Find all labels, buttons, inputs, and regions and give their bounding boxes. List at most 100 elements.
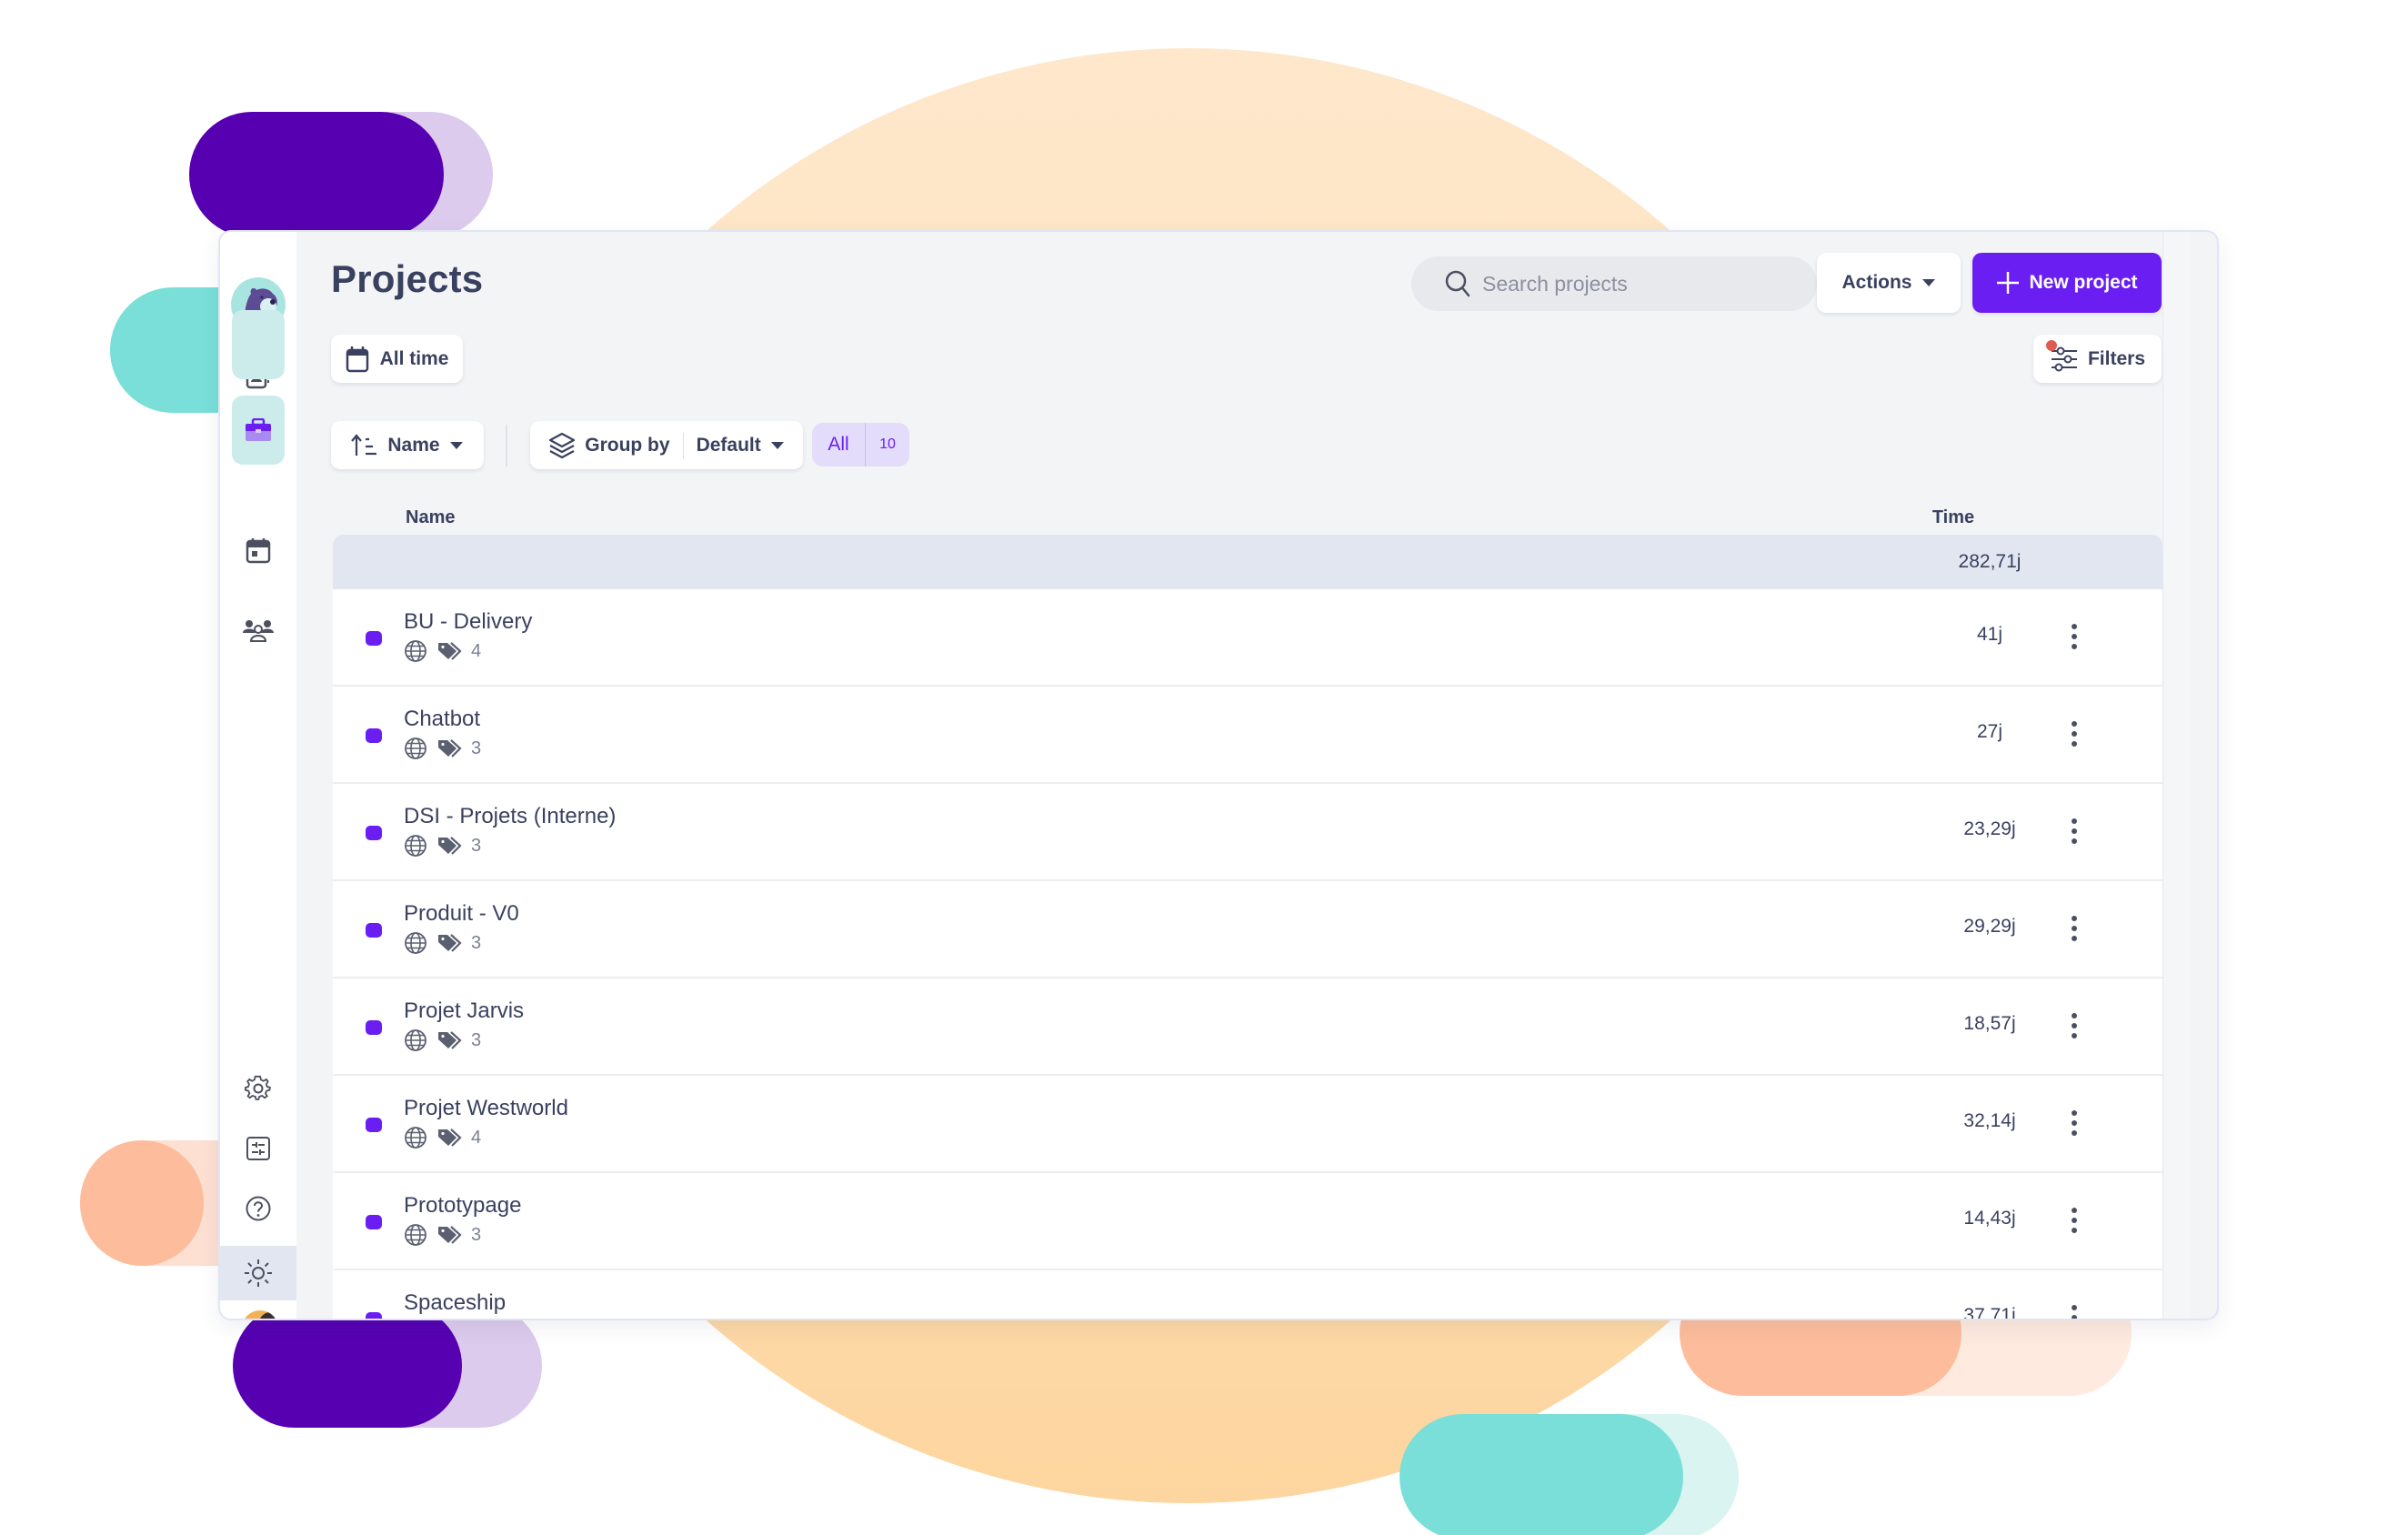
gear-icon	[245, 1075, 271, 1100]
project-time: 23,29j	[1963, 818, 2016, 839]
group-by-dropdown-button[interactable]: Group by Default	[530, 421, 803, 469]
search-input[interactable]	[1482, 271, 1810, 296]
sidebar-item-projects-active[interactable]	[232, 396, 285, 465]
row-menu-button[interactable]	[2061, 618, 2088, 655]
project-name: DSI - Projets (Interne)	[404, 804, 617, 828]
active-filter-indicator	[2046, 340, 2057, 351]
table-row[interactable]: Prototypage 3 14,43j	[333, 1173, 2162, 1270]
caret-down-icon	[1921, 279, 1935, 286]
table-row[interactable]: BU - Delivery 4 41j	[333, 589, 2162, 687]
search-field[interactable]	[1411, 256, 1817, 311]
project-color-dot	[366, 1312, 382, 1319]
status-tab-label: All	[828, 434, 849, 455]
tags-icon	[438, 837, 462, 855]
globe-icon	[405, 737, 426, 759]
sort-ascending-icon	[351, 433, 377, 456]
project-color-dot	[366, 631, 382, 646]
kebab-dot	[2072, 1305, 2077, 1310]
sidebar-item-help[interactable]	[233, 1183, 284, 1234]
sidebar-item-team[interactable]	[233, 605, 284, 656]
sort-dropdown-button[interactable]: Name	[331, 421, 484, 469]
table-row[interactable]: DSI - Projets (Interne) 3 23,29j	[333, 784, 2162, 881]
row-menu-button[interactable]	[2061, 813, 2088, 849]
tag-count: 3	[471, 932, 482, 953]
row-menu-button[interactable]	[2061, 1105, 2088, 1141]
tag-count: 3	[471, 1029, 482, 1050]
project-time: 18,57j	[1963, 1013, 2016, 1034]
project-name: Projet Jarvis	[404, 998, 525, 1023]
tag-count: 4	[471, 1127, 482, 1148]
sidebar-item-settings[interactable]	[233, 1063, 284, 1114]
plus-icon	[1997, 272, 2020, 294]
project-meta: 3	[404, 1223, 481, 1247]
user-avatar[interactable]	[242, 1310, 278, 1319]
project-name: Spaceship	[404, 1290, 507, 1315]
main-content: Projects Actions New project All time	[296, 232, 2190, 1319]
globe-icon	[405, 1127, 426, 1149]
kebab-dot	[2072, 1228, 2077, 1233]
tags-icon	[438, 1226, 462, 1244]
globe-icon	[405, 835, 426, 857]
table-summary-row: 282,71j	[333, 535, 2162, 589]
decorative-pill-peach-left	[80, 1140, 204, 1266]
project-meta: 4	[404, 1126, 481, 1149]
kebab-dot	[2072, 828, 2077, 834]
kebab-dot	[2072, 1120, 2077, 1126]
row-menu-button[interactable]	[2061, 1202, 2088, 1239]
row-menu-button[interactable]	[2061, 716, 2088, 752]
project-name: BU - Delivery	[404, 609, 533, 634]
sidebar-item-preferences[interactable]	[233, 1123, 284, 1174]
globe-icon	[405, 1029, 426, 1051]
sidebar-item-calendar[interactable]	[233, 525, 284, 576]
table-body: BU - Delivery 4 41j Chatbot 3 27j DSI - …	[333, 589, 2162, 1319]
filters-button[interactable]: Filters	[2033, 335, 2162, 383]
globe-icon	[405, 932, 426, 954]
group-by-value: Default	[696, 434, 761, 456]
column-header-time[interactable]: Time	[1917, 507, 1990, 528]
layers-icon	[549, 432, 576, 458]
filters-label: Filters	[2087, 347, 2146, 369]
sort-label: Name	[387, 434, 440, 456]
project-name: Projet Westworld	[404, 1096, 568, 1120]
caret-down-icon	[449, 441, 463, 449]
project-color-dot	[366, 923, 382, 938]
tags-icon	[438, 1031, 462, 1049]
table-row[interactable]: Produit - V0 3 29,29j	[333, 881, 2162, 978]
tag-count: 4	[471, 640, 482, 661]
table-row[interactable]: Projet Jarvis 3 18,57j	[333, 978, 2162, 1076]
help-icon	[246, 1196, 271, 1221]
new-project-button[interactable]: New project	[1972, 253, 2162, 313]
kebab-dot	[2072, 916, 2077, 921]
app-window: Projects Actions New project All time	[218, 230, 2219, 1320]
sidebar	[220, 232, 296, 1319]
tag-count: 3	[471, 1224, 482, 1245]
table-row[interactable]: Chatbot 3 27j	[333, 687, 2162, 784]
status-tab-all[interactable]: All 10	[812, 423, 909, 467]
new-project-label: New project	[2029, 272, 2138, 293]
sun-icon	[245, 1259, 272, 1287]
tag-count: 3	[471, 835, 482, 856]
kebab-dot	[2072, 838, 2077, 844]
kebab-dot	[2072, 731, 2077, 737]
tags-icon	[438, 739, 462, 757]
date-range-button[interactable]: All time	[331, 335, 463, 383]
kebab-dot	[2072, 1013, 2077, 1018]
kebab-dot	[2072, 936, 2077, 941]
globe-icon	[405, 1224, 426, 1246]
table-row[interactable]: Projet Westworld 4 32,14j	[333, 1076, 2162, 1173]
theme-toggle-button[interactable]	[220, 1246, 296, 1300]
actions-dropdown-button[interactable]: Actions	[1817, 253, 1961, 313]
row-menu-button[interactable]	[2061, 1008, 2088, 1044]
group-by-label: Group by	[585, 434, 670, 456]
table-row[interactable]: Spaceship 4 37,71j	[333, 1270, 2162, 1319]
row-menu-button[interactable]	[2061, 1299, 2088, 1319]
total-time: 282,71j	[1958, 551, 2022, 572]
row-menu-button[interactable]	[2061, 910, 2088, 947]
project-name: Chatbot	[404, 707, 481, 731]
sidebar-item-projects[interactable]	[232, 310, 285, 379]
project-color-dot	[366, 1020, 382, 1035]
scrollbar-track[interactable]	[2162, 232, 2190, 1319]
date-range-label: All time	[379, 347, 449, 369]
team-icon	[243, 620, 274, 642]
column-header-name[interactable]: Name	[406, 507, 455, 528]
